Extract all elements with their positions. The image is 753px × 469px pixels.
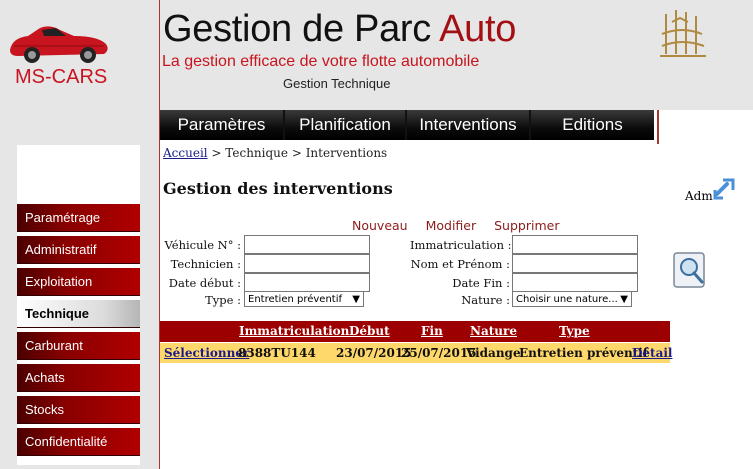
breadcrumb-home-link[interactable]: Accueil <box>163 146 208 160</box>
interventions-table: Immatriculation Début Fin Nature Type Sé… <box>160 321 672 363</box>
top-navigation: Paramètres Planification Interventions E… <box>160 110 654 140</box>
breadcrumb: Accueil > Technique > Interventions <box>163 146 387 160</box>
sidebar-item-exploitation[interactable]: Exploitation <box>17 268 140 296</box>
cell-immatriculation: 8388TU144 <box>238 346 316 360</box>
page-title: Gestion des interventions <box>163 179 393 198</box>
immatriculation-field[interactable] <box>512 235 638 254</box>
nav-tab-editions[interactable]: Editions <box>531 110 654 140</box>
date-debut-label: Date début : <box>168 276 241 290</box>
edit-button[interactable]: Modifier <box>426 218 477 233</box>
breadcrumb-trail: > Technique > Interventions <box>207 146 388 160</box>
new-button[interactable]: Nouveau <box>352 218 408 233</box>
cell-type: Entretien préventif <box>519 346 648 360</box>
chevron-down-icon: ▼ <box>352 293 360 305</box>
column-header-fin[interactable]: Fin <box>421 324 443 338</box>
nature-label: Nature : <box>461 293 510 307</box>
type-select-value: Entretien préventif <box>248 293 343 305</box>
logo-area: MS-CARS <box>0 0 160 105</box>
section-label: Gestion Technique <box>283 76 391 91</box>
detail-link[interactable]: Détail <box>632 346 672 360</box>
delete-button[interactable]: Supprimer <box>494 218 559 233</box>
column-header-nature[interactable]: Nature <box>470 324 517 338</box>
search-button[interactable] <box>672 251 708 289</box>
nom-prenom-label: Nom et Prénom : <box>410 257 510 271</box>
cell-nature: Vidange <box>466 346 521 360</box>
sidebar-item-technique[interactable]: Technique <box>17 300 140 328</box>
column-header-type[interactable]: Type <box>559 324 590 338</box>
nom-prenom-field[interactable] <box>512 254 638 273</box>
vehicule-label: Véhicule N° : <box>164 238 241 252</box>
sidebar-item-achats[interactable]: Achats <box>17 364 140 392</box>
date-fin-field[interactable] <box>512 273 638 292</box>
nature-select-value: Choisir une nature... <box>516 293 618 305</box>
nav-tab-parametres[interactable]: Paramètres <box>160 110 285 140</box>
title-accent: Auto <box>439 8 517 50</box>
header: Gestion de Parc Auto La gestion efficace… <box>160 0 753 110</box>
type-select[interactable]: Entretien préventif ▼ <box>244 291 364 307</box>
date-debut-field[interactable] <box>244 273 370 292</box>
user-label: Adm <box>685 189 713 203</box>
immatriculation-label: Immatriculation : <box>410 238 512 252</box>
technicien-label: Technicien : <box>170 257 241 271</box>
sidebar-item-administratif[interactable]: Administratif <box>17 236 140 264</box>
nav-tab-interventions[interactable]: Interventions <box>407 110 531 140</box>
vehicule-field[interactable] <box>244 235 370 254</box>
sidebar-item-confidentialite[interactable]: Confidentialité <box>17 428 140 456</box>
column-header-immatriculation[interactable]: Immatriculation <box>239 324 349 338</box>
sidebar-item-carburant[interactable]: Carburant <box>17 332 140 360</box>
title-main: Gestion de Parc <box>163 8 440 50</box>
nav-tab-planification[interactable]: Planification <box>285 110 407 140</box>
sidebar-item-stocks[interactable]: Stocks <box>17 396 140 424</box>
app-subtitle: La gestion efficace de votre flotte auto… <box>162 53 480 70</box>
car-logo-icon <box>10 26 108 63</box>
type-label: Type : <box>205 293 241 307</box>
brand-name: MS-CARS <box>15 66 108 88</box>
action-links: Nouveau Modifier Supprimer <box>352 218 573 233</box>
chevron-down-icon: ▼ <box>620 293 628 305</box>
date-fin-label: Date Fin : <box>452 276 510 290</box>
table-row: Sélectionner 8388TU144 23/07/2015 25/07/… <box>160 343 672 363</box>
emblem-logo-icon <box>660 10 706 57</box>
nav-divider <box>657 110 659 144</box>
technicien-field[interactable] <box>244 254 370 273</box>
app-title: Gestion de Parc Auto <box>163 8 516 51</box>
sync-arrows-icon[interactable] <box>713 174 739 200</box>
column-header-debut[interactable]: Début <box>349 324 390 338</box>
nature-select[interactable]: Choisir une nature... ▼ <box>512 291 632 307</box>
select-row-link[interactable]: Sélectionner <box>164 346 249 360</box>
table-header: Immatriculation Début Fin Nature Type <box>160 321 670 342</box>
sidebar-item-parametrage[interactable]: Paramétrage <box>17 204 140 232</box>
